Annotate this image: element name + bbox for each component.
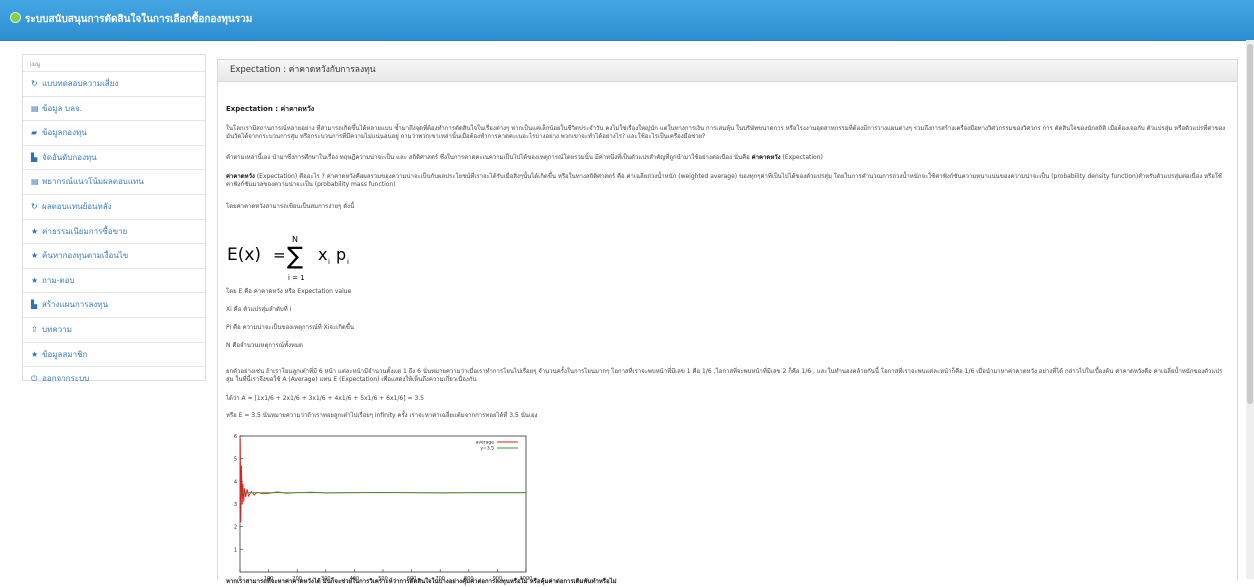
legend-label: y=3.5	[480, 446, 494, 452]
paragraph-theory: คำตามเหล่านี้เอง นำมาซึ่งการศึกษาในเรื่อ…	[226, 154, 823, 161]
sidebar-item-label: ข้อมูลสมาชิก	[42, 349, 88, 359]
dice-average-chart: 0 100 200 300 400 500 600 700 800 900 1000123456av…	[234, 434, 533, 582]
sidebar-item[interactable]: ▙ จัดอันดับกองทุน	[23, 144, 205, 170]
paragraph-definition: ค่าคาดหวัง (Expectation) คืออะไร ? ค่าคา…	[226, 173, 1222, 188]
formula-lower-limit: i = 1	[288, 274, 305, 282]
power-icon: ⏻	[31, 374, 38, 384]
formula-equals: =	[273, 246, 286, 264]
paragraph-example: ยกตัวอย่างเช่น ถ้าเราโยนลูกเต๋าที่มี 6 ห…	[226, 368, 1223, 383]
sidebar-item[interactable]: ↻ ผลตอบแทนย้อนหลัง	[23, 193, 205, 219]
file-icon: ▙	[31, 152, 38, 162]
y-tick-label: 1	[234, 547, 237, 553]
panel-heading: Expectation : ค่าคาดหวังกับการลงทุน	[218, 60, 1237, 82]
plot-frame	[239, 435, 527, 573]
star-icon: ★	[31, 226, 39, 236]
sidebar-item-label: ข้อมูล บลจ.	[42, 103, 83, 113]
refresh-icon: ↻	[31, 201, 38, 211]
formula-lhs: E(x)	[227, 245, 261, 265]
definition-line: Pi คือ ความน่าจะเป็นของเหตุการณ์ที่ Xiจะ…	[226, 324, 354, 331]
sidebar-item-label: ออกจากระบบ	[42, 374, 90, 384]
paragraph-intro: ในโลกเรามีสถานการณ์หลายอย่าง ที่สามารถเก…	[226, 125, 1226, 140]
definition-line: โดย E คือ ค่าคาดหวัง หรือ Expectation va…	[226, 288, 352, 295]
formula-x: x	[318, 245, 327, 264]
definition-line: N คือจำนวนเหตุการณ์ทั้งหมด	[226, 342, 303, 349]
sidebar-item-label: ค่าธรรมเนียมการซื้อขาย	[42, 226, 128, 236]
sidebar-item[interactable]: ▙ สร้างแผนการลงทุน	[23, 292, 205, 317]
top-navbar: ระบบสนับสนุนการตัดสินใจในการเลือกซื้อกอง…	[0, 0, 1254, 41]
sidebar-item-label: จัดอันดับกองทุน	[42, 152, 97, 162]
sidebar-item-label: แบบทดสอบความเสี่ยง	[42, 79, 119, 88]
calculation-result: หรือ E = 3.5 นั่นหมายความว่าถ้าเราทอยลูก…	[226, 412, 538, 419]
y-tick-label: 4	[234, 479, 237, 485]
scrollbar-thumb[interactable]	[1247, 44, 1253, 404]
sidebar-item-label: ข้อมูลกองทุน	[42, 128, 87, 138]
paragraph-closing: หากเราสามารถที่จะหาค่าคาดหวังได้ มันก็จะ…	[226, 578, 617, 585]
sidebar-item-label: สร้างแผนการลงทุน	[42, 300, 109, 310]
y-tick-label: 3	[234, 502, 237, 508]
sidebar-item[interactable]: ★ ข้อมูลสมาชิก	[23, 341, 205, 367]
sidebar-item[interactable]: ▰ ข้อมูลกองทุน	[23, 120, 205, 145]
sidebar-menu: เมนู ↻ แบบทดสอบความเสี่ยง ▤ ข้อมูล บลจ. ▰ ข้อ…	[22, 54, 206, 383]
app-brand[interactable]: ระบบสนับสนุนการตัดสินใจในการเลือกซื้อกอง…	[10, 12, 252, 27]
y-tick-label: 6	[234, 434, 237, 440]
menu-title: เมนู	[30, 61, 41, 68]
calculation-line: ได้ว่า A = [1x1/6 + 2x1/6 + 3x1/6 + 4x1/…	[226, 395, 424, 402]
sidebar-item-label: ถาม-ตอบ	[42, 275, 75, 285]
star-icon: ★	[31, 251, 39, 261]
formula-p: p	[336, 245, 346, 264]
sidebar-item[interactable]: ★ ถาม-ตอบ	[23, 267, 205, 293]
section-title: Expectation : ค่าคาดหวัง	[226, 105, 315, 113]
expectation-formula: E(x) = N ∑ i = 1 x i p i	[227, 235, 349, 282]
upload-icon: ⇪	[31, 324, 38, 334]
sidebar-item[interactable]: ★ ค้นหากองทุนตามเงื่อนไข	[23, 243, 205, 268]
sidebar-item-label: ผลตอบแทนย้อนหลัง	[42, 201, 112, 211]
paragraph-formula-intro: โดยค่าคาดหวังสามารถเขียนเป็นสมการง่ายๆ ด…	[226, 203, 355, 210]
file-icon: ▙	[31, 300, 38, 310]
sidebar-item[interactable]: ▤ ข้อมูล บลจ.	[23, 95, 205, 121]
star-icon: ★	[31, 349, 39, 359]
folder-icon: ▰	[31, 128, 38, 138]
list-icon: ▤	[31, 177, 39, 187]
sidebar-item[interactable]: ★ ค่าธรรมเนียมการซื้อขาย	[23, 218, 205, 244]
sidebar-item[interactable]: ⏻ ออกจากระบบ	[23, 366, 205, 391]
y-tick-label: 5	[234, 457, 237, 463]
sidebar-item-label: พยากรณ์แนวโน้มผลตอบแทน	[42, 177, 144, 187]
sidebar-item[interactable]: ⇪ บทความ	[23, 316, 205, 342]
sidebar-item[interactable]: ▤ พยากรณ์แนวโน้มผลตอบแทน	[23, 169, 205, 194]
star-icon: ★	[31, 275, 39, 285]
formula-p-subscript: i	[347, 258, 349, 266]
sidebar-item-label: ค้นหากองทุนตามเงื่อนไข	[42, 251, 129, 261]
sidebar-item[interactable]: ↻ แบบทดสอบความเสี่ยง	[23, 71, 205, 96]
definition-line: Xi คือ ตัวแปรสุ่มลำดับที่ i	[226, 306, 292, 313]
list-icon: ▤	[31, 103, 39, 113]
app-title: ระบบสนับสนุนการตัดสินใจในการเลือกซื้อกอง…	[25, 14, 253, 25]
content-panel: Expectation : ค่าคาดหวังกับการลงทุน Expe…	[217, 59, 1238, 585]
legend-label: average	[476, 440, 495, 446]
sidebar-item-label: บทความ	[42, 324, 72, 334]
y-tick-label: 2	[234, 525, 237, 531]
refresh-icon: ↻	[31, 79, 38, 88]
formula-x-subscript: i	[328, 258, 330, 266]
formula-sigma: ∑	[287, 242, 303, 270]
logo-icon	[10, 12, 21, 23]
